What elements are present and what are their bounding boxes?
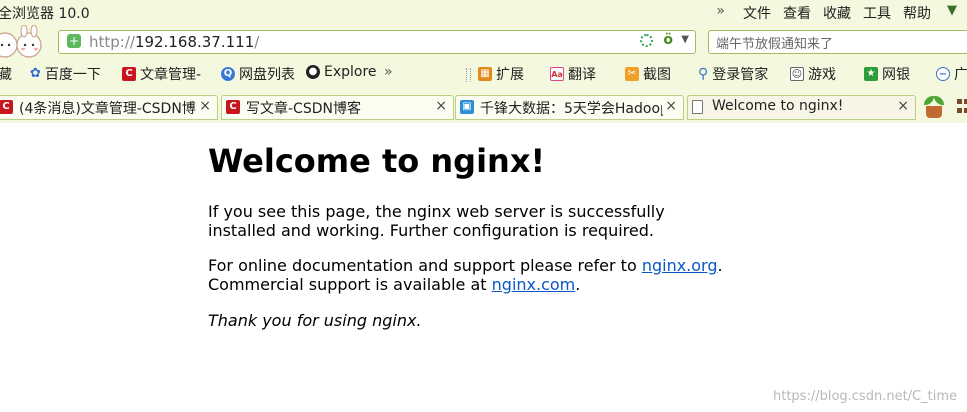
game-icon: ☺ [790, 67, 804, 81]
secure-shield-icon: + [67, 34, 81, 48]
tv-icon: ▣ [460, 100, 474, 114]
tab-label: (4条消息)文章管理-CSDN博 [19, 101, 196, 117]
address-row: + http://192.168.37.111/ ӧ ▼ 端午节放假通知来了 [0, 25, 967, 58]
browser-chrome: 全浏览器 10.0 » 文件 查看 收藏 工具 帮助 ▼ + http://19… [0, 0, 967, 123]
tool-login-manager-label: 登录管家 [712, 67, 769, 83]
menu-more[interactable]: » [710, 3, 737, 23]
screenshot-icon: ✂ [625, 67, 639, 81]
fav-article-label: 文章管理- [140, 67, 202, 83]
tab-nginx[interactable]: Welcome to nginx! × [687, 95, 916, 120]
tab-label: 千锋大数据：5天学会Hadoop [480, 101, 669, 117]
menu-bar: » 文件 查看 收藏 工具 帮助 ▼ [710, 3, 961, 23]
page-content: Welcome to nginx! If you see this page, … [208, 140, 728, 330]
block-icon: − [936, 67, 950, 81]
translate-icon: Aa [550, 67, 564, 81]
tool-bank-label: 网银 [882, 67, 910, 83]
tool-translate[interactable]: Aa 翻译 [550, 64, 596, 84]
tool-bank[interactable]: ★ 网银 [864, 64, 910, 84]
page-heading: Welcome to nginx! [208, 142, 546, 180]
nginx-org-link[interactable]: nginx.org [642, 256, 718, 275]
menu-help[interactable]: 帮助 [897, 3, 937, 23]
close-icon[interactable]: × [196, 98, 211, 114]
netdisk-icon: Q [221, 67, 235, 81]
tab-article-manage[interactable]: C (4条消息)文章管理-CSDN博 × [0, 95, 218, 120]
fav-more[interactable]: » [384, 64, 393, 80]
favorites-bar: 藏 ✿ 百度一下 C 文章管理- Q 网盘列表 ● Explore » ▦ 扩展 Aa 翻译… [0, 60, 967, 88]
tool-extensions-label: 扩展 [496, 67, 524, 83]
intro-paragraph: If you see this page, the nginx web serv… [208, 202, 665, 240]
github-icon: ● [306, 65, 320, 79]
tab-hadoop[interactable]: ▣ 千锋大数据：5天学会Hadoop × [455, 95, 684, 120]
menu-view[interactable]: 查看 [777, 3, 817, 23]
tab-write-article[interactable]: C 写文章-CSDN博客 × [221, 95, 454, 120]
thanks-paragraph: Thank you for using nginx. [208, 311, 422, 330]
tool-translate-label: 翻译 [568, 67, 596, 83]
tool-screenshot-label: 截图 [643, 67, 671, 83]
toolbar-divider [466, 68, 471, 82]
tool-screenshot[interactable]: ✂ 截图 [625, 64, 671, 84]
tool-ads[interactable]: − 广 [936, 64, 967, 84]
url-path: / [254, 33, 260, 51]
watermark: https://blog.csdn.net/C_time [772, 389, 957, 404]
extensions-icon: ▦ [478, 67, 492, 81]
support-paragraph: For online documentation and support ple… [208, 256, 728, 294]
fav-netdisk-label: 网盘列表 [239, 67, 295, 83]
close-icon[interactable]: × [432, 98, 447, 114]
commercial-text: Commercial support is available at [208, 275, 492, 294]
search-placeholder: 端午节放假通知来了 [716, 37, 834, 52]
tool-extensions[interactable]: ▦ 扩展 [478, 64, 524, 84]
csdn-icon: C [122, 67, 136, 81]
fav-baidu-label: 百度一下 [44, 67, 101, 83]
page-icon [692, 100, 703, 114]
fav-article[interactable]: C 文章管理- [122, 64, 201, 84]
support-dot: . [717, 256, 723, 275]
tab-strip: C (4条消息)文章管理-CSDN博 × C 写文章-CSDN博客 × ▣ 千锋… [0, 93, 967, 123]
title-bar: 全浏览器 10.0 » 文件 查看 收藏 工具 帮助 ▼ [0, 0, 967, 26]
fav-explore-label: Explore [324, 64, 377, 80]
address-bar[interactable]: + http://192.168.37.111/ ӧ ▼ [58, 30, 696, 54]
fav-explore[interactable]: ● Explore [306, 64, 377, 80]
fav-netdisk[interactable]: Q 网盘列表 [221, 64, 295, 84]
commercial-dot: . [575, 275, 581, 294]
fav-baidu[interactable]: ✿ 百度一下 [30, 64, 101, 84]
app-title: 全浏览器 10.0 [0, 6, 90, 22]
close-icon[interactable]: × [894, 98, 909, 114]
address-url[interactable]: http://192.168.37.111/ [89, 33, 259, 51]
tool-login-manager[interactable]: ⚲ 登录管家 [698, 64, 768, 84]
fav-more-label: » [384, 64, 393, 80]
skin-icon[interactable]: ▼ [937, 3, 961, 23]
close-icon[interactable]: × [662, 98, 677, 114]
grip-icon[interactable] [957, 99, 967, 115]
tool-games-label: 游戏 [808, 67, 836, 83]
tab-label: 写文章-CSDN博客 [246, 101, 361, 117]
tab-label: Welcome to nginx! [712, 98, 844, 114]
tool-ads-label: 广 [954, 67, 967, 83]
favorites-first-label: 藏 [0, 67, 12, 83]
tool-games[interactable]: ☺ 游戏 [790, 64, 836, 84]
menu-favorites[interactable]: 收藏 [817, 3, 857, 23]
key-icon: ⚲ [698, 66, 709, 82]
menu-file[interactable]: 文件 [737, 3, 777, 23]
mascot-icon [0, 25, 42, 58]
url-scheme: http:// [89, 33, 135, 51]
engine-switch-icon[interactable]: ӧ [663, 32, 673, 48]
csdn-icon: C [0, 100, 13, 114]
search-box[interactable]: 端午节放假通知来了 [708, 30, 967, 54]
support-text: For online documentation and support ple… [208, 256, 642, 275]
menu-tools[interactable]: 工具 [857, 3, 897, 23]
dropdown-icon[interactable]: ▼ [681, 34, 689, 45]
bank-icon: ★ [864, 67, 878, 81]
refresh-icon[interactable] [640, 34, 653, 47]
url-host: 192.168.37.111 [134, 33, 255, 51]
plant-icon[interactable] [922, 95, 946, 119]
csdn-icon: C [226, 100, 240, 114]
favorites-first[interactable]: 藏 [0, 64, 12, 84]
nginx-com-link[interactable]: nginx.com [492, 275, 576, 294]
paw-icon: ✿ [30, 66, 41, 81]
